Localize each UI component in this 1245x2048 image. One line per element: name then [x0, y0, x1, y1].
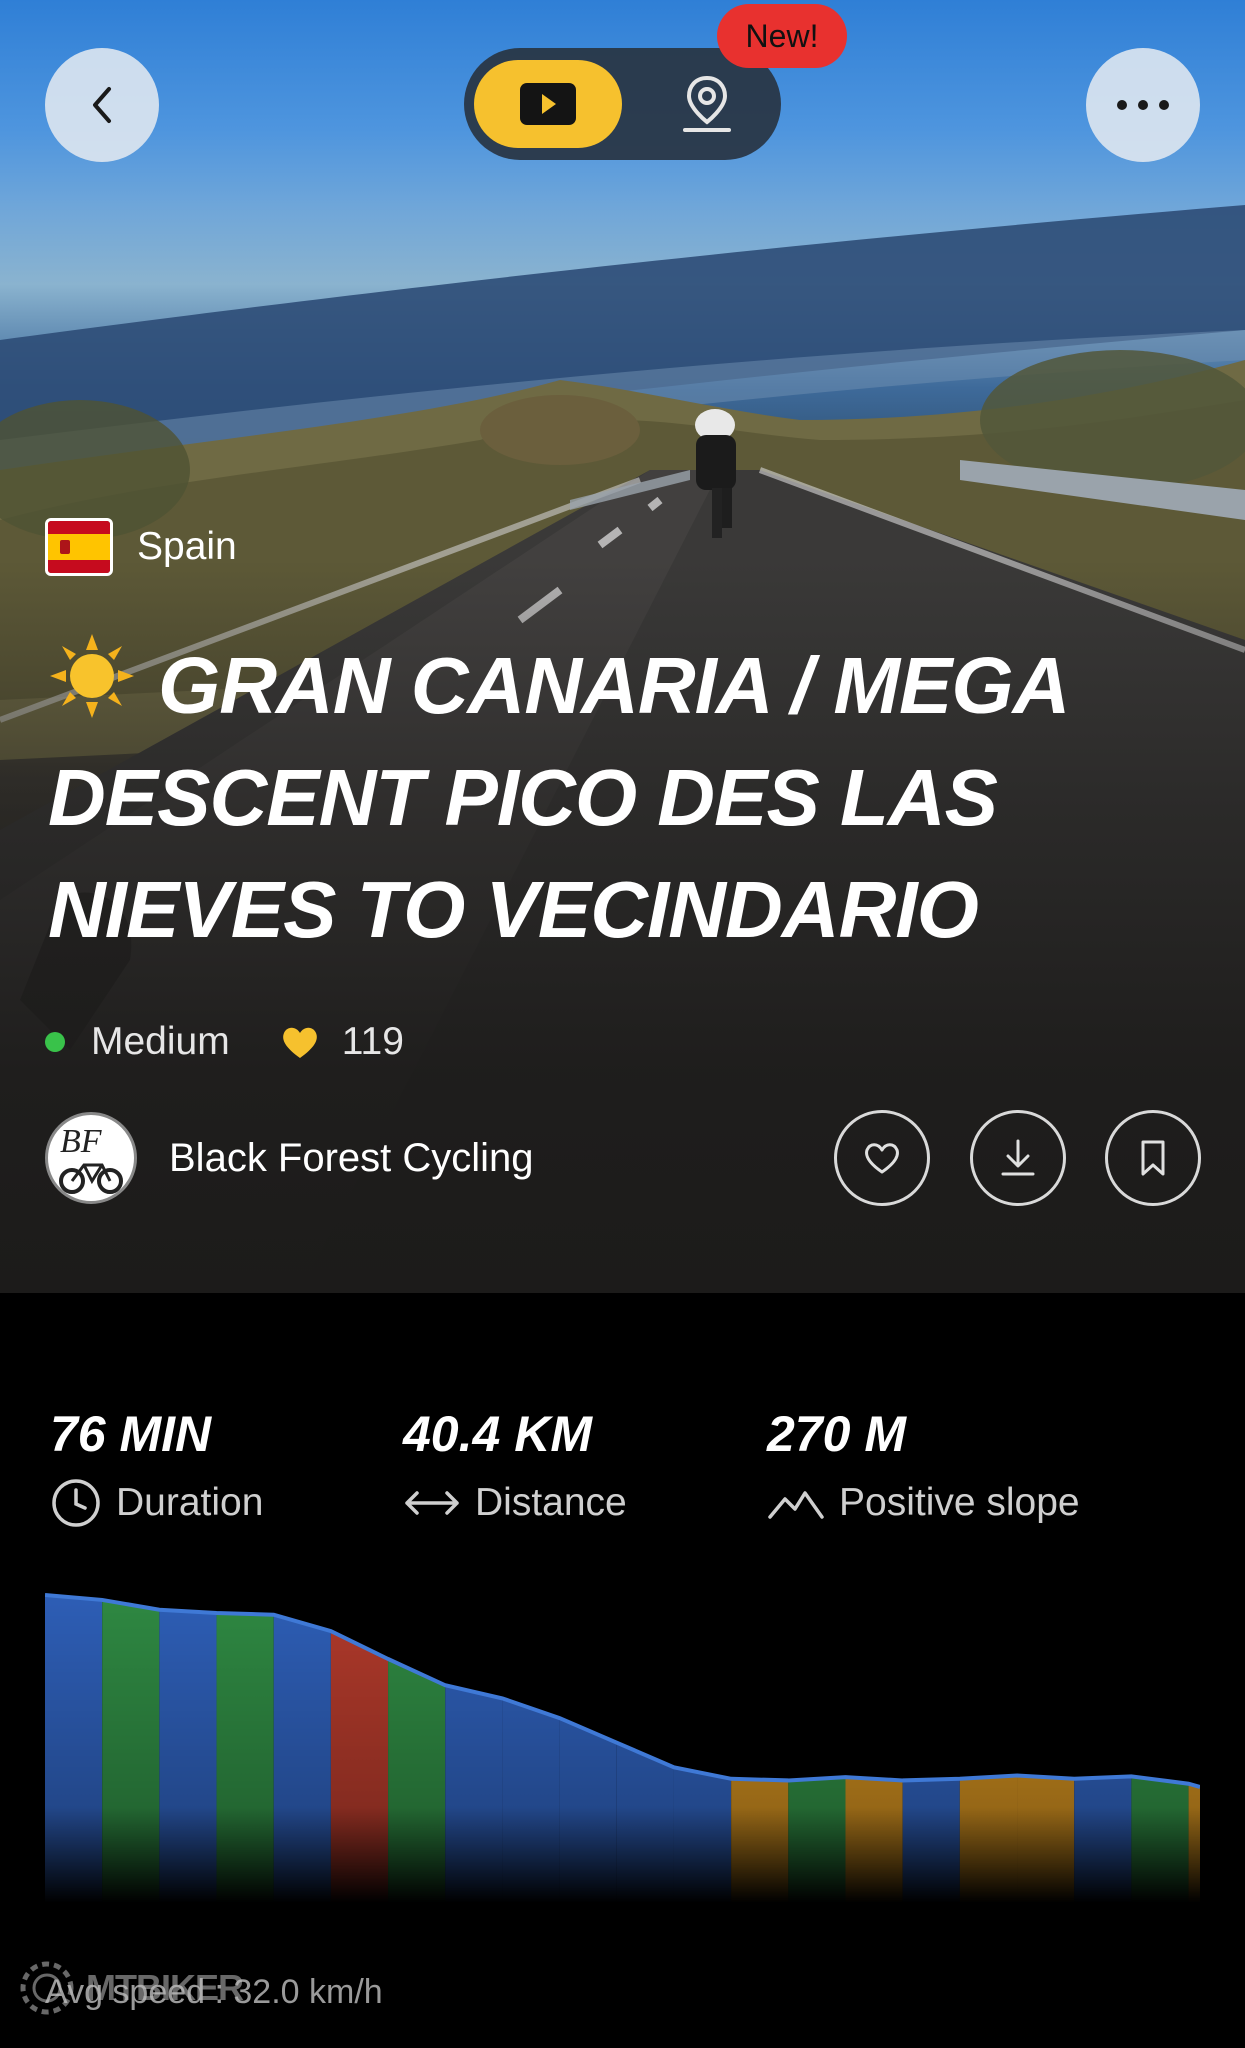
elevation-profile-chart[interactable]	[45, 1583, 1200, 1903]
heart-filled-icon	[282, 1027, 317, 1058]
profile-segment	[673, 1767, 732, 1903]
profile-segment	[1131, 1776, 1189, 1903]
bookmark-button[interactable]	[1105, 1110, 1201, 1206]
author-link[interactable]: BF Black Forest Cycling	[45, 1112, 534, 1204]
country-name: Spain	[137, 525, 237, 568]
distance-label: Distance	[475, 1481, 627, 1524]
bicycle-icon	[59, 1163, 123, 1194]
tab-video[interactable]	[474, 60, 622, 148]
stat-duration: 76 MIN Duration	[50, 1405, 263, 1529]
slope-value: 270 M	[767, 1406, 906, 1462]
profile-segment	[616, 1742, 674, 1903]
map-pin-icon	[683, 75, 731, 132]
profile-segment	[216, 1613, 274, 1903]
profile-segment	[445, 1685, 503, 1903]
favorite-button[interactable]	[834, 1110, 930, 1206]
stat-distance: 40.4 KM Distance	[403, 1405, 627, 1529]
download-button[interactable]	[970, 1110, 1066, 1206]
route-stats-panel: 76 MIN Duration 40.4 KM Distance 270 M P…	[0, 1293, 1245, 2048]
clock-icon	[52, 1479, 100, 1527]
watermark: MTBIKER	[14, 1955, 244, 2021]
chevron-left-icon	[93, 87, 111, 123]
slope-label: Positive slope	[839, 1481, 1080, 1524]
profile-segment	[731, 1778, 789, 1903]
hero-video-cover[interactable]: New! Spain GRAN CANARIA / MEGA DESCENT P…	[0, 0, 1245, 1293]
profile-segment	[159, 1609, 217, 1903]
country-tag: Spain	[45, 518, 237, 576]
level-indicator-dot	[45, 1032, 65, 1052]
profile-segment	[1074, 1776, 1132, 1903]
gear-logo-icon	[20, 1961, 74, 2015]
avatar: BF	[45, 1112, 137, 1204]
distance-value: 40.4 KM	[403, 1406, 592, 1462]
profile-segment	[45, 1595, 103, 1903]
spain-flag-icon	[45, 518, 113, 576]
profile-segment	[1017, 1775, 1075, 1903]
play-video-icon	[520, 83, 576, 125]
duration-value: 76 MIN	[50, 1406, 212, 1462]
route-title-block: GRAN CANARIA / MEGA DESCENT PICO DES LAS…	[48, 630, 1198, 966]
difficulty-level: Medium	[91, 1020, 230, 1063]
watermark-text: MTBIKER	[86, 1967, 244, 2008]
author-name: Black Forest Cycling	[169, 1135, 534, 1180]
back-button[interactable]	[45, 48, 159, 162]
profile-segment	[845, 1777, 903, 1903]
bookmark-icon	[1141, 1140, 1165, 1176]
more-dots-icon	[1117, 100, 1169, 110]
profile-segment	[388, 1659, 446, 1903]
new-badge: New!	[717, 4, 847, 68]
profile-segment	[559, 1718, 617, 1903]
duration-label: Duration	[116, 1481, 264, 1524]
profile-segment	[902, 1778, 960, 1903]
distance-arrows-icon	[405, 1491, 459, 1515]
profile-segment	[273, 1614, 331, 1903]
tab-map[interactable]	[652, 60, 762, 148]
mountain-icon	[768, 1491, 824, 1519]
download-icon	[1001, 1139, 1035, 1176]
profile-segment	[330, 1631, 389, 1903]
heart-outline-icon	[865, 1143, 899, 1174]
profile-segment	[959, 1775, 1018, 1903]
profile-segment	[788, 1777, 846, 1903]
sun-icon	[50, 634, 134, 718]
more-options-button[interactable]	[1086, 48, 1200, 162]
likes-count: 119	[341, 1020, 404, 1063]
stat-positive-slope: 270 M Positive slope	[767, 1405, 1080, 1529]
route-meta: Medium 119	[45, 1020, 404, 1064]
profile-segment	[1188, 1783, 1200, 1903]
profile-segment	[502, 1698, 560, 1903]
profile-segment	[102, 1599, 160, 1903]
route-title: GRAN CANARIA / MEGA DESCENT PICO DES LAS…	[48, 641, 1067, 954]
media-toggle[interactable]	[464, 48, 781, 160]
